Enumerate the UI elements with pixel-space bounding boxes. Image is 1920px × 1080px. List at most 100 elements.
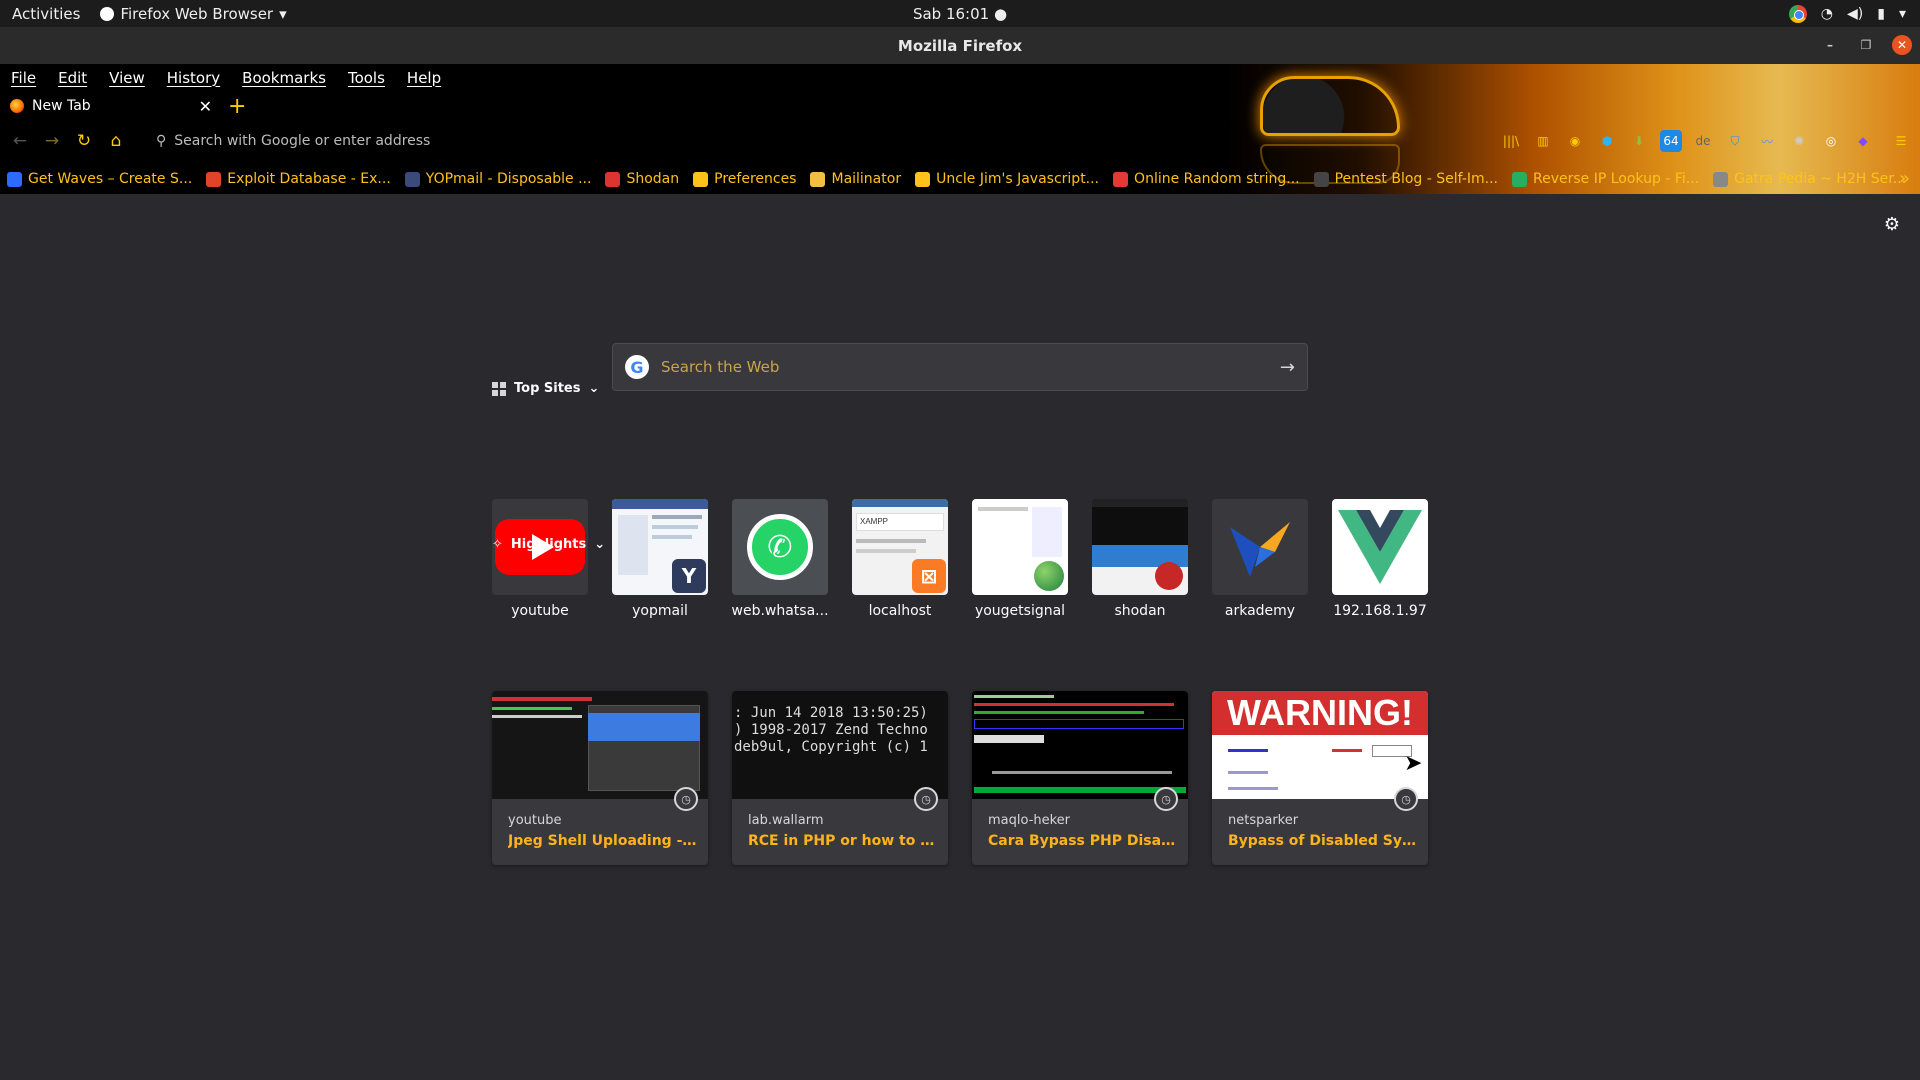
- extension-hex-icon[interactable]: ⬢: [1596, 130, 1618, 152]
- tray-menu-icon: ▾: [1898, 5, 1906, 22]
- highlight-card[interactable]: WARNING! ➤ ◷ netsparker Bypass of Disabl…: [1212, 691, 1428, 865]
- restore-icon[interactable]: ❐: [1856, 35, 1876, 55]
- clock-icon: ◷: [1394, 787, 1418, 811]
- account-icon[interactable]: ◉: [1564, 130, 1586, 152]
- highlight-thumbnail: : Jun 14 2018 13:50:25) ) 1998-2017 Zend…: [732, 691, 948, 799]
- download-icon[interactable]: ⬇: [1628, 130, 1650, 152]
- highlight-host: youtube: [508, 813, 562, 828]
- back-arrow-icon[interactable]: ←: [4, 125, 36, 157]
- extension-de-icon[interactable]: de: [1692, 130, 1714, 152]
- grid-icon: [492, 381, 506, 396]
- bookmark-favicon-icon: [206, 171, 222, 187]
- highlight-card[interactable]: ◷ youtube Jpeg Shell Uploading - E...: [492, 691, 708, 865]
- terminal-line: : Jun 14 2018 13:50:25): [734, 705, 928, 721]
- menu-bookmarks[interactable]: Bookmarks: [231, 69, 337, 87]
- highlight-card[interactable]: : Jun 14 2018 13:50:25) ) 1998-2017 Zend…: [732, 691, 948, 865]
- top-site-whatsapp[interactable]: ✆ web.whatsa...: [731, 499, 829, 619]
- menu-help[interactable]: Help: [396, 69, 452, 87]
- vue-tile: [1332, 499, 1428, 595]
- bookmark-favicon-icon: [810, 171, 826, 187]
- bookmarks-overflow-icon[interactable]: »: [1899, 168, 1910, 189]
- close-tab-icon[interactable]: ✕: [199, 97, 212, 116]
- highlight-thumbnail: WARNING! ➤: [1212, 691, 1428, 799]
- bookmark-favicon-icon: [404, 171, 420, 187]
- bookmark-label: Online Random string...: [1134, 171, 1300, 187]
- bookmark-item[interactable]: YOPmail - Disposable ...: [398, 171, 599, 187]
- menu-history[interactable]: History: [156, 69, 231, 87]
- window-titlebar: Mozilla Firefox – ❐ ✕: [0, 27, 1920, 64]
- bookmark-item[interactable]: Get Waves – Create S...: [0, 171, 199, 187]
- forward-arrow-icon[interactable]: →: [36, 125, 68, 157]
- menu-tools[interactable]: Tools: [337, 69, 396, 87]
- bookmark-item[interactable]: Mailinator: [803, 171, 908, 187]
- localhost-tile: XAMPP ⊠: [852, 499, 948, 595]
- google-logo-icon: G: [625, 355, 649, 379]
- cursor-icon: ➤: [1404, 751, 1423, 776]
- highlights-grid: ◷ youtube Jpeg Shell Uploading - E... : …: [492, 691, 1428, 865]
- bookmark-item[interactable]: Reverse IP Lookup - Fi...: [1505, 171, 1706, 187]
- extension-64-icon[interactable]: 64: [1660, 130, 1682, 152]
- terminal-line: deb9ul, Copyright (c) 1: [734, 739, 928, 755]
- web-search-box[interactable]: G Search the Web →: [612, 343, 1308, 391]
- menu-file[interactable]: File: [0, 69, 47, 87]
- arkademy-tile: [1212, 499, 1308, 595]
- toolbar-extensions: |||\ ▥ ◉ ⬢ ⬇ 64 de ⛉ 〰 ✺ ◎ ◆ ☰: [1500, 125, 1912, 157]
- minimize-icon[interactable]: –: [1820, 35, 1840, 55]
- bookmark-item[interactable]: Preferences: [686, 171, 803, 187]
- app-menu[interactable]: Firefox Web Browser ▾: [92, 5, 294, 23]
- reload-icon[interactable]: ↻: [68, 125, 100, 157]
- hamburger-menu-icon[interactable]: ☰: [1890, 130, 1912, 152]
- wave-icon[interactable]: 〰: [1756, 130, 1778, 152]
- bookmark-favicon-icon: [605, 171, 621, 187]
- chrome-icon[interactable]: [1788, 4, 1807, 23]
- top-site-localhost[interactable]: XAMPP ⊠ localhost: [852, 499, 948, 619]
- sidebar-icon[interactable]: ▥: [1532, 130, 1554, 152]
- bookmark-item[interactable]: Exploit Database - Ex...: [199, 171, 398, 187]
- top-site-youtube[interactable]: youtube: [492, 499, 588, 619]
- search-arrow-icon[interactable]: →: [1280, 357, 1295, 378]
- top-site-shodan[interactable]: shodan: [1092, 499, 1188, 619]
- top-site-yougetsignal[interactable]: yougetsignal: [972, 499, 1068, 619]
- bookmark-label: YOPmail - Disposable ...: [425, 171, 592, 187]
- bookmark-item[interactable]: Uncle Jim's Javascript...: [908, 171, 1106, 187]
- shield-icon[interactable]: ⛉: [1724, 130, 1746, 152]
- extension-purple-icon[interactable]: ◆: [1852, 130, 1874, 152]
- library-icon[interactable]: |||\: [1500, 130, 1522, 152]
- highlight-card[interactable]: ◷ maqlo-heker Cara Bypass PHP Disable ..…: [972, 691, 1188, 865]
- menu-edit[interactable]: Edit: [47, 69, 98, 87]
- top-site-yopmail[interactable]: Y yopmail: [612, 499, 708, 619]
- yopmail-icon: Y: [672, 559, 706, 593]
- wifi-icon: ◔: [1820, 5, 1834, 22]
- menu-view[interactable]: View: [98, 69, 156, 87]
- activities-button[interactable]: Activities: [0, 5, 92, 23]
- top-sites-header[interactable]: Top Sites ⌄: [492, 381, 599, 396]
- tab-new-tab[interactable]: New Tab ✕: [0, 91, 222, 121]
- system-tray[interactable]: ◔ ◀) ▮ ▾: [1788, 0, 1906, 27]
- top-site-arkademy[interactable]: arkademy: [1212, 499, 1308, 619]
- bookmark-item[interactable]: Gatra Pedia ~ H2H Ser...: [1706, 171, 1913, 187]
- gear-icon[interactable]: ⚙: [1884, 214, 1900, 235]
- bookmark-item[interactable]: Pentest Blog - Self-Im...: [1307, 171, 1505, 187]
- top-site-vue[interactable]: 192.168.1.97: [1332, 499, 1428, 619]
- bookmark-item[interactable]: Online Random string...: [1106, 171, 1307, 187]
- app-menu-label: Firefox Web Browser: [120, 4, 274, 23]
- bookmark-label: Reverse IP Lookup - Fi...: [1533, 171, 1700, 187]
- bookmark-item[interactable]: Shodan: [598, 171, 686, 187]
- bookmark-label: Pentest Blog - Self-Im...: [1334, 171, 1498, 187]
- top-site-label: yougetsignal: [974, 603, 1066, 619]
- menu-bar: File Edit View History Bookmarks Tools H…: [0, 64, 452, 91]
- home-icon[interactable]: ⌂: [100, 125, 132, 157]
- bookmark-label: Gatra Pedia ~ H2H Ser...: [1734, 171, 1907, 187]
- bookmark-label: Shodan: [626, 171, 680, 187]
- highlights-header[interactable]: ✧ Highlights ⌄: [492, 537, 605, 552]
- search-placeholder: Search the Web: [661, 358, 780, 376]
- firefox-icon: [100, 6, 115, 21]
- address-bar[interactable]: ⚲ Search with Google or enter address: [144, 125, 1144, 157]
- close-window-icon[interactable]: ✕: [1892, 35, 1912, 55]
- highlight-host: maqlo-heker: [988, 813, 1071, 828]
- whatsapp-icon[interactable]: ◎: [1820, 130, 1842, 152]
- bookmark-favicon-icon: [1113, 171, 1129, 187]
- top-site-label: web.whatsa...: [731, 603, 829, 619]
- cookie-icon[interactable]: ✺: [1788, 130, 1810, 152]
- new-tab-icon[interactable]: +: [228, 94, 246, 119]
